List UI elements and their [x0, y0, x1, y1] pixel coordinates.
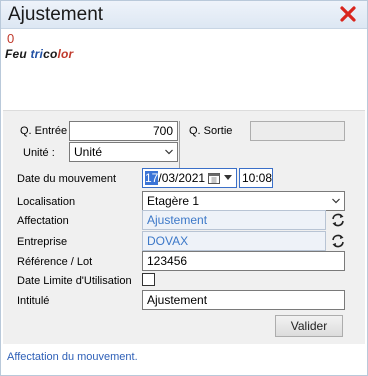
localisation-select-value: Etagère 1: [147, 194, 200, 208]
reference-label: Référence / Lot: [17, 256, 93, 268]
entreprise-label: Entreprise: [17, 236, 68, 248]
unite-select[interactable]: Unité: [69, 142, 178, 162]
affectation-field[interactable]: Ajustement: [142, 210, 326, 230]
intitule-label: Intitulé: [17, 295, 50, 307]
q-entree-input[interactable]: 700: [69, 121, 178, 141]
chevron-down-icon: [332, 198, 340, 204]
calendar-icon[interactable]: [208, 172, 220, 184]
product-name-part: co: [43, 47, 58, 61]
product-name-part: Feu: [5, 47, 31, 61]
divider: [179, 121, 180, 173]
window-title: Ajustement: [8, 4, 104, 25]
refresh-icon[interactable]: [330, 233, 346, 249]
intitule-input[interactable]: Ajustement: [142, 290, 345, 310]
unite-select-value: Unité: [74, 145, 103, 159]
unite-label: Unité :: [23, 147, 55, 159]
chevron-down-icon: [165, 149, 173, 155]
date-label: Date du mouvement: [17, 173, 117, 185]
q-entree-label: Q. Entrée: [20, 125, 68, 137]
q-sortie-input[interactable]: [250, 121, 345, 141]
status-text: Affectation du mouvement.: [7, 351, 138, 363]
dlu-label: Date Limite d'Utilisation: [17, 275, 132, 287]
item-counter: 0: [7, 31, 15, 46]
adjustment-dialog: Ajustement 0 Feu tricolor Q. Entrée 700 …: [0, 0, 368, 376]
q-sortie-label: Q. Sortie: [189, 125, 233, 137]
localisation-select[interactable]: Etagère 1: [142, 191, 345, 211]
date-day-selected: 17: [145, 171, 159, 185]
chevron-down-icon[interactable]: [224, 175, 232, 181]
product-name: Feu tricolor: [5, 47, 73, 61]
close-icon[interactable]: [339, 5, 357, 23]
date-rest: /03/2021: [158, 171, 206, 185]
product-name-part: tri: [30, 47, 44, 61]
title-bar: Ajustement: [1, 1, 367, 29]
valider-button[interactable]: Valider: [275, 315, 343, 337]
refresh-icon[interactable]: [330, 212, 346, 228]
entreprise-field[interactable]: DOVAX: [142, 231, 326, 251]
time-input[interactable]: 10:08: [239, 168, 273, 188]
movement-form: Q. Entrée 700 Q. Sortie Unité : Unité Da…: [3, 110, 365, 344]
localisation-label: Localisation: [17, 196, 76, 208]
dlu-checkbox[interactable]: [142, 273, 155, 286]
date-picker[interactable]: 17/03/2021: [142, 168, 237, 188]
reference-input[interactable]: 123456: [142, 251, 345, 271]
product-name-part: or: [61, 47, 74, 61]
affectation-label: Affectation: [17, 215, 69, 227]
